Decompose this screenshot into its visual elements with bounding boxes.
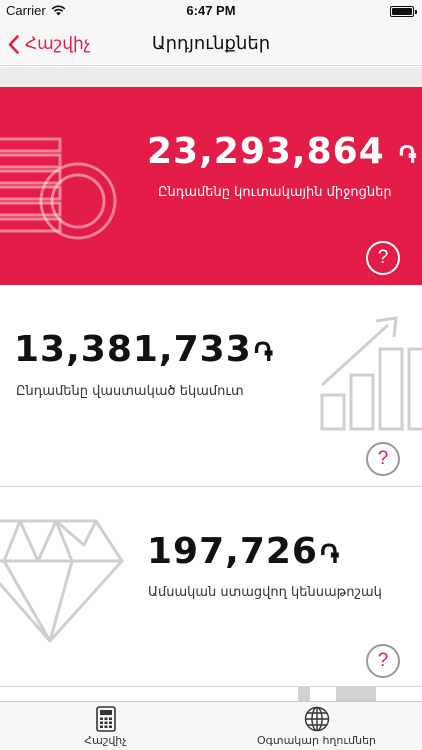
tab-calculator-label: Հաշվիչ: [84, 734, 127, 747]
total-savings-label: Ընդամենը կուտակային միջոցներ: [158, 185, 392, 200]
growth-chart-icon: [320, 316, 422, 431]
total-income-help-button[interactable]: ?: [366, 442, 400, 476]
total-income-value: 13,381,733: [14, 329, 252, 370]
monthly-pension-label: Ամսական ստացվող կենսաթոշակ: [148, 585, 382, 600]
top-spacer: [0, 67, 422, 87]
total-income-amount: 13,381,733֏: [14, 329, 274, 370]
next-card-art: [298, 687, 310, 701]
tab-calculator[interactable]: Հաշվիչ: [0, 702, 211, 750]
total-savings-amount: 23,293,864 ֏: [147, 131, 417, 172]
total-income-card: 13,381,733֏ Ընդամենը վաստակած եկամուտ ?: [0, 285, 422, 487]
page-title: Արդյունքներ: [151, 33, 271, 54]
next-card-peek: [0, 687, 422, 701]
currency-symbol: ֏: [253, 338, 274, 368]
tab-bar: Հաշվիչ Օգտակար հղումներ: [0, 701, 422, 750]
status-time: 6:47 PM: [186, 3, 236, 18]
next-card-art: [336, 687, 376, 701]
total-savings-card: 23,293,864 ֏ Ընդամենը կուտակային միջոցներ…: [0, 87, 422, 285]
tab-useful-links-label: Օգտակար հղումներ: [256, 734, 377, 747]
currency-symbol: ֏: [398, 141, 418, 169]
total-savings-value: 23,293,864: [147, 131, 385, 172]
calculator-icon: [95, 706, 116, 732]
diamond-icon: [0, 519, 124, 643]
monthly-pension-value: 197,726: [147, 531, 318, 572]
coins-icon: [0, 137, 117, 240]
total-savings-help-button[interactable]: ?: [366, 241, 400, 275]
monthly-pension-amount: 197,726֏: [147, 531, 340, 572]
globe-icon: [304, 706, 329, 732]
monthly-pension-help-button[interactable]: ?: [366, 644, 400, 678]
status-bar: Carrier 6:47 PM: [0, 0, 422, 22]
navigation-bar: Հաշվիչ Արդյունքներ: [0, 22, 422, 66]
tab-useful-links[interactable]: Օգտակար հղումներ: [211, 702, 422, 750]
monthly-pension-card: 197,726֏ Ամսական ստացվող կենսաթոշակ ?: [0, 487, 422, 687]
total-income-label: Ընդամենը վաստակած եկամուտ: [16, 384, 244, 399]
battery-icon: [390, 6, 417, 17]
currency-symbol: ֏: [319, 540, 341, 570]
